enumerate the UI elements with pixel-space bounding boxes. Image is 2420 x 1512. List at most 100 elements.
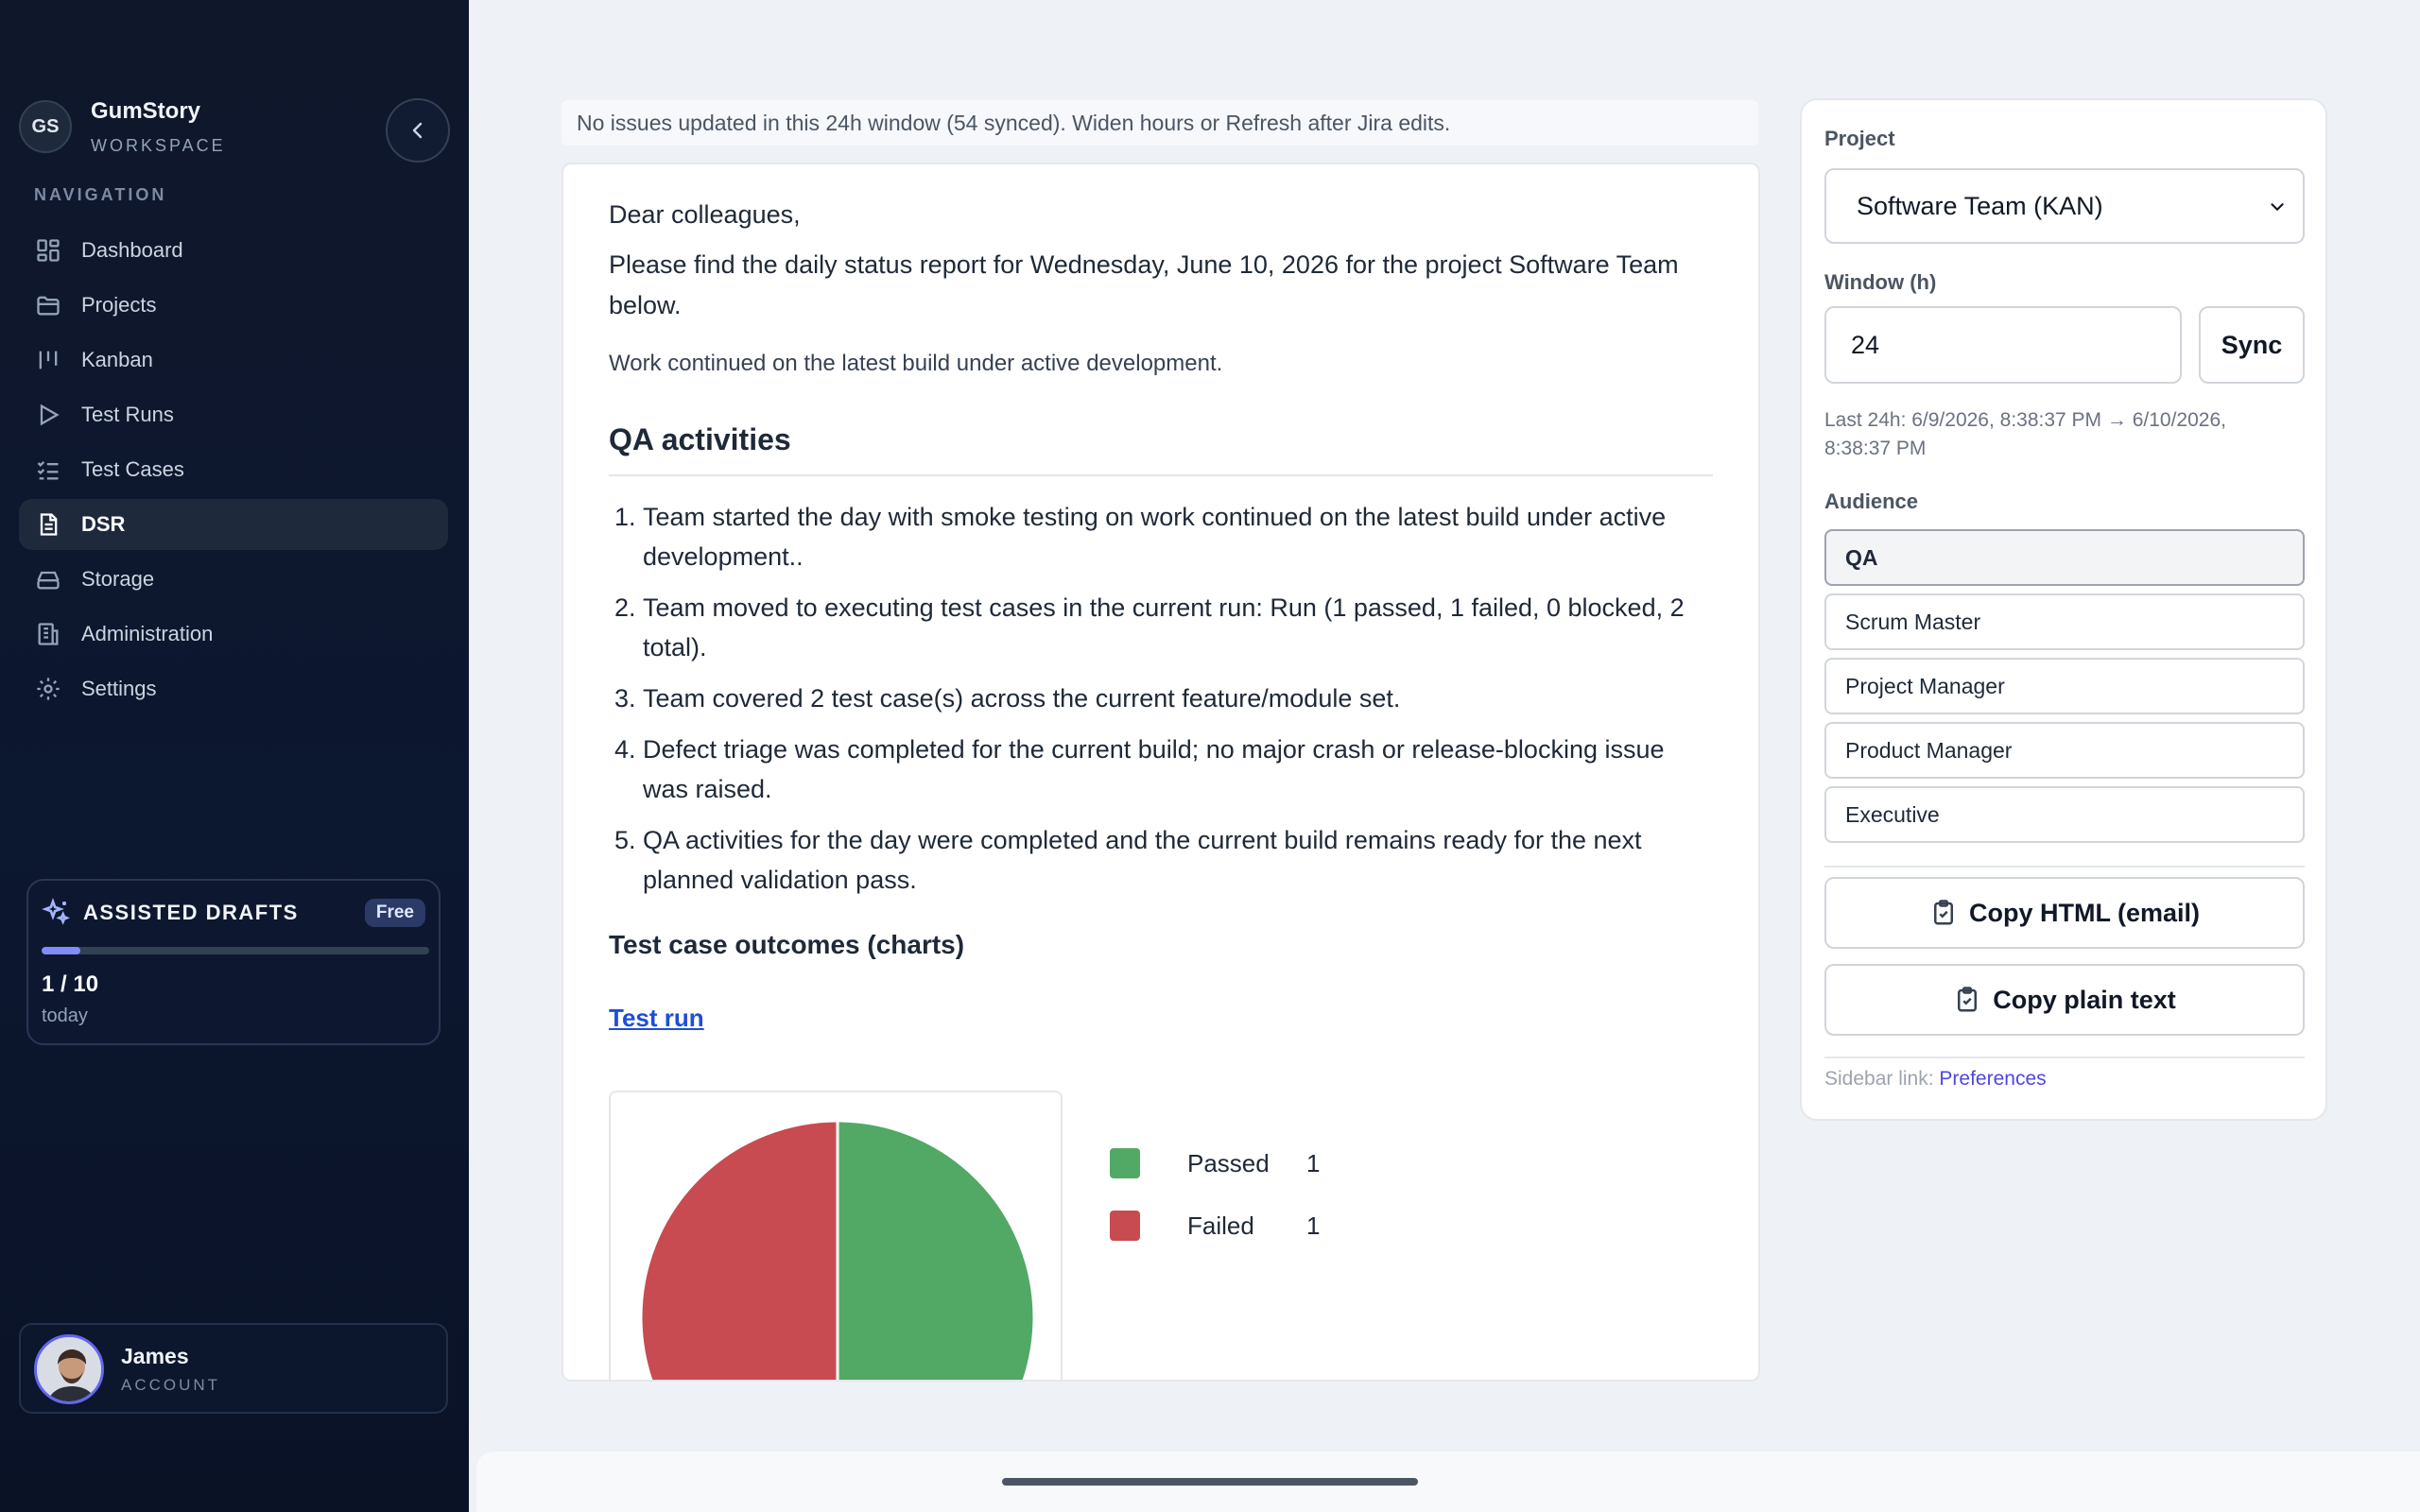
legend-value: 1 bbox=[1306, 1211, 1321, 1240]
storage-icon bbox=[34, 565, 62, 593]
assisted-drafts-card: ASSISTED DRAFTS Free 1 / 10 today bbox=[26, 879, 441, 1045]
sidebar-item-label: Test Cases bbox=[81, 457, 184, 481]
copy-html-label: Copy HTML (email) bbox=[1968, 898, 2200, 927]
preferences-prefix: Sidebar link: bbox=[1824, 1068, 1934, 1090]
project-select-value: Software Team (KAN) bbox=[1857, 191, 2103, 220]
pie-chart-svg bbox=[639, 1119, 1036, 1380]
folder-icon bbox=[34, 291, 62, 319]
copy-plain-text-button[interactable]: Copy plain text bbox=[1824, 964, 2305, 1036]
dashboard-icon bbox=[34, 236, 62, 265]
home-indicator[interactable] bbox=[1002, 1478, 1418, 1486]
drafts-usage-fill bbox=[42, 947, 80, 954]
copy-html-button[interactable]: Copy HTML (email) bbox=[1824, 877, 2305, 949]
avatar bbox=[34, 1334, 104, 1404]
sidebar-item-administration[interactable]: Administration bbox=[19, 609, 448, 660]
sidebar-item-label: Projects bbox=[81, 293, 157, 317]
clipboard-icon bbox=[1933, 900, 1953, 925]
building-icon bbox=[34, 620, 62, 648]
sidebar-item-label: Test Runs bbox=[81, 403, 174, 426]
pie-slice-failed bbox=[639, 1119, 839, 1380]
window-label: Window (h) bbox=[1824, 270, 1937, 294]
sidebar-item-label: Storage bbox=[81, 567, 155, 591]
list-item: Team moved to executing test cases in th… bbox=[643, 588, 1713, 667]
document-icon bbox=[34, 510, 62, 539]
audience-label: Audience bbox=[1824, 490, 1919, 513]
workspace-subtitle: WORKSPACE bbox=[91, 136, 226, 155]
legend-swatch bbox=[1110, 1211, 1140, 1241]
workspace-brand: GS GumStory WORKSPACE bbox=[19, 98, 450, 163]
workspace-name: GumStory bbox=[91, 98, 201, 124]
collapse-sidebar-button[interactable] bbox=[386, 98, 450, 163]
nav-heading: NAVIGATION bbox=[34, 185, 167, 204]
legend-label: Failed bbox=[1187, 1211, 1254, 1240]
list-item: Defect triage was completed for the curr… bbox=[643, 730, 1713, 809]
audience-option-executive[interactable]: Executive bbox=[1824, 786, 2305, 843]
sidebar-item-test-runs[interactable]: Test Runs bbox=[19, 389, 448, 440]
preferences-link[interactable]: Preferences bbox=[1939, 1068, 2046, 1090]
clipboard-icon bbox=[1958, 987, 1978, 1012]
sidebar-item-label: Kanban bbox=[81, 348, 153, 371]
account-name: James bbox=[121, 1344, 189, 1368]
plan-badge: Free bbox=[364, 899, 425, 927]
chart-legend: Passed 1 Failed 1 bbox=[1110, 1132, 1320, 1257]
drafts-period: today bbox=[42, 1005, 88, 1026]
checklist-icon bbox=[34, 455, 62, 484]
sidebar-item-label: Dashboard bbox=[81, 238, 183, 262]
sync-button[interactable]: Sync bbox=[2199, 306, 2305, 384]
sidebar: GS GumStory WORKSPACE NAVIGATION Dashboa… bbox=[0, 0, 469, 1512]
gear-icon bbox=[34, 675, 62, 703]
sidebar-item-settings[interactable]: Settings bbox=[19, 663, 448, 714]
copy-plain-text-label: Copy plain text bbox=[1993, 985, 2176, 1014]
sparkles-icon bbox=[42, 898, 71, 925]
divider bbox=[1824, 866, 2305, 868]
sidebar-item-projects[interactable]: Projects bbox=[19, 280, 448, 331]
chevron-down-icon bbox=[2271, 203, 2284, 211]
report-intro: Please find the daily status report for … bbox=[609, 250, 1679, 319]
list-item: Team started the day with smoke testing … bbox=[643, 497, 1713, 576]
sidebar-nav: Dashboard Projects Kanban Test Runs Test… bbox=[19, 225, 448, 718]
list-item: QA activities for the day were completed… bbox=[643, 820, 1713, 900]
list-item: Team covered 2 test case(s) across the c… bbox=[643, 679, 1713, 718]
drafts-usage-bar bbox=[42, 947, 429, 954]
report-summary: Work continued on the latest build under… bbox=[609, 351, 1223, 376]
report-settings-panel: Project Software Team (KAN) Window (h) S… bbox=[1800, 98, 2327, 1121]
outcomes-heading: Test case outcomes (charts) bbox=[609, 930, 965, 959]
drafts-title: ASSISTED DRAFTS bbox=[83, 901, 299, 924]
project-label: Project bbox=[1824, 127, 1895, 150]
preferences-hint: Sidebar link: Preferences bbox=[1824, 1068, 2047, 1091]
chevron-left-icon bbox=[412, 122, 423, 139]
audience-option-scrum-master[interactable]: Scrum Master bbox=[1824, 593, 2305, 650]
kanban-icon bbox=[34, 346, 62, 374]
test-run-link[interactable]: Test run bbox=[609, 1004, 704, 1033]
report-greeting: Dear colleagues, bbox=[609, 200, 801, 229]
play-icon bbox=[34, 401, 62, 429]
legend-item-failed: Failed 1 bbox=[1110, 1194, 1320, 1257]
sidebar-item-storage[interactable]: Storage bbox=[19, 554, 448, 605]
pie-chart bbox=[609, 1091, 1063, 1380]
qa-activities-heading: QA activities bbox=[609, 422, 1713, 476]
project-select[interactable]: Software Team (KAN) bbox=[1824, 168, 2305, 244]
audience-option-qa[interactable]: QA bbox=[1824, 529, 2305, 586]
audience-option-product-manager[interactable]: Product Manager bbox=[1824, 722, 2305, 779]
divider bbox=[1824, 1057, 2305, 1058]
sidebar-item-label: DSR bbox=[81, 512, 126, 536]
sidebar-item-dsr[interactable]: DSR bbox=[19, 499, 448, 550]
sync-notice: No issues updated in this 24h window (54… bbox=[562, 100, 1758, 146]
sidebar-item-label: Settings bbox=[81, 677, 157, 700]
report-preview: Dear colleagues, Please find the daily s… bbox=[562, 163, 1760, 1382]
workspace-avatar[interactable]: GS bbox=[19, 100, 72, 153]
account-subtitle: ACCOUNT bbox=[121, 1376, 221, 1394]
account-card[interactable]: James ACCOUNT bbox=[19, 1323, 448, 1414]
pie-slice-passed bbox=[836, 1119, 1036, 1380]
qa-activities-list: Team started the day with smoke testing … bbox=[609, 497, 1713, 900]
sidebar-item-kanban[interactable]: Kanban bbox=[19, 335, 448, 386]
legend-item-passed: Passed 1 bbox=[1110, 1132, 1320, 1194]
sidebar-item-test-cases[interactable]: Test Cases bbox=[19, 444, 448, 495]
legend-swatch bbox=[1110, 1148, 1140, 1178]
legend-value: 1 bbox=[1306, 1148, 1321, 1177]
sidebar-item-dashboard[interactable]: Dashboard bbox=[19, 225, 448, 276]
window-hours-input[interactable] bbox=[1824, 306, 2182, 384]
time-range-text: Last 24h: 6/9/2026, 8:38:37 PM → 6/10/20… bbox=[1824, 409, 2226, 459]
bottom-bar bbox=[476, 1452, 2420, 1512]
audience-option-project-manager[interactable]: Project Manager bbox=[1824, 658, 2305, 714]
